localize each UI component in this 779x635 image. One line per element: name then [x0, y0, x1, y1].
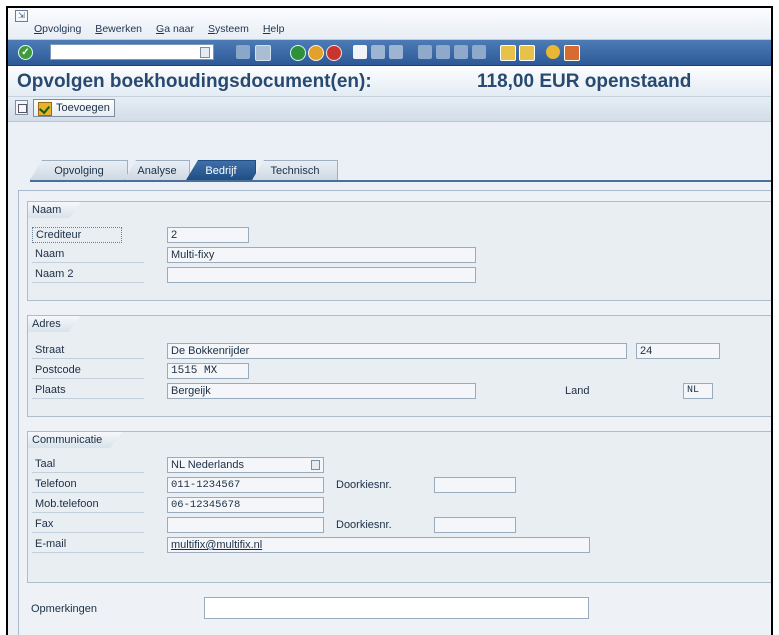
field-mob-telefoon[interactable]: 06-12345678 — [167, 497, 324, 513]
save-icon[interactable] — [255, 45, 271, 61]
command-field[interactable] — [50, 44, 214, 60]
title-bar: Opvolgen boekhoudingsdocument(en): 118,0… — [8, 66, 771, 97]
find-icon[interactable] — [371, 45, 385, 59]
page-title: Opvolgen boekhoudingsdocument(en): — [17, 71, 372, 92]
field-email[interactable]: multifix@multifix.nl — [167, 537, 590, 553]
tab-technisch[interactable]: Technisch — [252, 160, 338, 180]
label-crediteur: Crediteur — [32, 227, 122, 243]
back-icon[interactable] — [290, 45, 306, 61]
last-page-icon[interactable] — [472, 45, 486, 59]
display-document-icon[interactable] — [15, 100, 28, 115]
menu-items: Opvolging Bewerken Ga naar Systeem Help — [34, 23, 298, 35]
sap-window: ⇲ Opvolging Bewerken Ga naar Systeem Hel… — [6, 6, 773, 635]
application-toolbar: Toevoegen — [8, 97, 771, 122]
field-straat[interactable]: De Bokkenrijder — [167, 343, 627, 359]
field-plaats[interactable]: Bergeijk — [167, 383, 476, 399]
field-doorkiesnr[interactable] — [434, 477, 516, 493]
command-history-icon[interactable] — [200, 47, 210, 58]
menu-help[interactable]: Help — [263, 23, 285, 35]
dropdown-icon[interactable] — [311, 460, 320, 470]
group-naam: Naam Crediteur 2 Naam Multi-fixy Naam 2 — [27, 201, 771, 301]
field-fax[interactable] — [167, 517, 324, 533]
menu-bewerken[interactable]: Bewerken — [95, 23, 142, 35]
label-fax: Fax — [32, 517, 144, 533]
field-crediteur[interactable]: 2 — [167, 227, 249, 243]
label-naam-2: Naam 2 — [32, 267, 144, 283]
menu-bar: ⇲ Opvolging Bewerken Ga naar Systeem Hel… — [8, 8, 771, 40]
standard-toolbar: ✓ — [8, 40, 771, 66]
field-naam[interactable]: Multi-fixy — [167, 247, 476, 263]
shortcut-icon[interactable] — [519, 45, 535, 61]
find-next-icon[interactable] — [389, 45, 403, 59]
field-naam-2[interactable] — [167, 267, 476, 283]
menu-opvolging[interactable]: Opvolging — [34, 23, 81, 35]
tab-bedrijf[interactable]: Bedrijf — [186, 160, 256, 180]
field-land[interactable]: NL — [683, 383, 713, 399]
label-email: E-mail — [32, 537, 144, 553]
tab-analyse[interactable]: Analyse — [124, 160, 190, 180]
menu-ga-naar[interactable]: Ga naar — [156, 23, 194, 35]
label-straat: Straat — [32, 343, 144, 359]
group-title-adres: Adres — [28, 316, 81, 332]
label-postcode: Postcode — [32, 363, 144, 379]
back-arrow-icon[interactable] — [236, 45, 250, 59]
label-mob-telefoon: Mob.telefoon — [32, 497, 144, 513]
prev-page-icon[interactable] — [436, 45, 450, 59]
tab-underline — [30, 180, 771, 182]
field-taal[interactable]: NL Nederlands — [167, 457, 324, 473]
print-icon[interactable] — [353, 45, 367, 59]
tab-strip: Opvolging Analyse Bedrijf Technisch — [30, 160, 771, 180]
exit-icon[interactable] — [308, 45, 324, 61]
label-naam: Naam — [32, 247, 144, 263]
layout-menu-icon[interactable] — [564, 45, 580, 61]
label-taal: Taal — [32, 457, 144, 473]
group-title-communicatie: Communicatie — [28, 432, 122, 448]
field-huisnummer[interactable]: 24 — [636, 343, 720, 359]
new-session-icon[interactable] — [500, 45, 516, 61]
field-telefoon[interactable]: 011-1234567 — [167, 477, 324, 493]
label-opmerkingen: Opmerkingen — [31, 603, 98, 615]
tab-opvolging[interactable]: Opvolging — [30, 160, 128, 180]
first-page-icon[interactable] — [418, 45, 432, 59]
label-fax-doorkiesnr: Doorkiesnr. — [336, 519, 392, 531]
label-plaats: Plaats — [32, 383, 144, 399]
next-page-icon[interactable] — [454, 45, 468, 59]
label-land: Land — [565, 385, 590, 397]
cancel-icon[interactable] — [326, 45, 342, 61]
add-button[interactable]: Toevoegen — [33, 99, 115, 117]
tab-content-bedrijf: Naam Crediteur 2 Naam Multi-fixy Naam 2 … — [18, 190, 771, 635]
group-title-naam: Naam — [28, 202, 81, 218]
system-menu-icon[interactable]: ⇲ — [15, 10, 28, 22]
label-telefoon: Telefoon — [32, 477, 144, 493]
field-postcode[interactable]: 1515 MX — [167, 363, 249, 379]
group-communicatie: Communicatie Taal NL Nederlands Telefoon… — [27, 431, 771, 583]
label-doorkiesnr: Doorkiesnr. — [336, 479, 392, 491]
group-adres: Adres Straat De Bokkenrijder 24 Postcode… — [27, 315, 771, 417]
field-opmerkingen[interactable] — [204, 597, 589, 619]
field-fax-doorkiesnr[interactable] — [434, 517, 516, 533]
enter-icon[interactable]: ✓ — [18, 45, 33, 60]
menu-systeem[interactable]: Systeem — [208, 23, 249, 35]
help-icon[interactable] — [546, 45, 560, 59]
add-icon — [38, 102, 52, 116]
open-amount: 118,00 EUR openstaand — [477, 71, 692, 92]
